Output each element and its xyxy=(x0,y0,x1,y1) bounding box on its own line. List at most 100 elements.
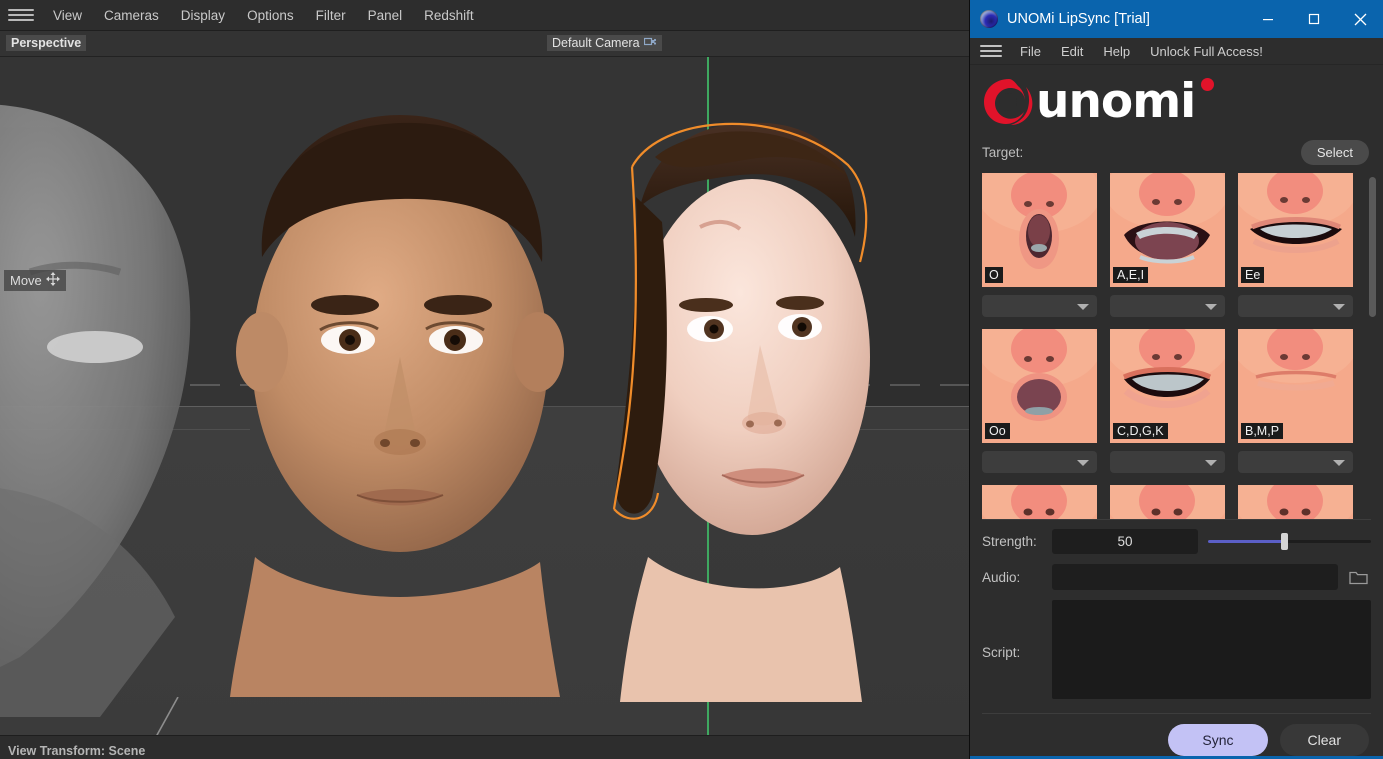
move-four-arrow-icon xyxy=(46,272,60,289)
slider-knob[interactable] xyxy=(1281,533,1288,550)
maximize-icon[interactable] xyxy=(1291,0,1337,38)
host-status-bar: View Transform: Scene xyxy=(0,735,969,759)
female-character-head xyxy=(614,123,870,702)
phoneme-dropdown[interactable] xyxy=(1110,295,1225,317)
chevron-down-icon xyxy=(1333,304,1345,310)
window-title: UNOMi LipSync [Trial] xyxy=(1007,11,1245,27)
menu-item-view[interactable]: View xyxy=(42,4,93,27)
phoneme-label: C,D,G,K xyxy=(1113,423,1168,439)
hamburger-icon[interactable] xyxy=(980,44,1002,59)
menu-item-options[interactable]: Options xyxy=(236,4,305,27)
phoneme-dropdown[interactable] xyxy=(1238,295,1353,317)
phoneme-cell-ee: Ee xyxy=(1238,173,1353,329)
phoneme-cell-partial-2 xyxy=(1110,485,1225,519)
slider-fill xyxy=(1208,540,1285,543)
menu-item-panel[interactable]: Panel xyxy=(357,4,414,27)
unomi-lipsync-window: UNOMi LipSync [Trial] File Edit Help Unl… xyxy=(969,0,1383,759)
phoneme-cell-partial-1 xyxy=(982,485,1097,519)
phoneme-dropdown[interactable] xyxy=(982,451,1097,473)
phoneme-label: Oo xyxy=(985,423,1010,439)
audio-label: Audio: xyxy=(982,570,1052,585)
target-label: Target: xyxy=(982,145,1301,160)
menu-item-cameras[interactable]: Cameras xyxy=(93,4,170,27)
strength-slider[interactable] xyxy=(1208,529,1371,554)
phoneme-dropdown[interactable] xyxy=(982,295,1097,317)
menu-item-redshift[interactable]: Redshift xyxy=(413,4,485,27)
audio-path-input[interactable] xyxy=(1052,564,1338,590)
folder-icon[interactable] xyxy=(1345,564,1371,590)
close-icon[interactable] xyxy=(1337,0,1383,38)
phoneme-cell-cdgk: C,D,G,K xyxy=(1110,329,1225,485)
script-label: Script: xyxy=(982,600,1052,660)
phoneme-label: O xyxy=(985,267,1003,283)
phoneme-grid: O xyxy=(970,173,1383,519)
menu-item-display[interactable]: Display xyxy=(170,4,236,27)
menu-item-help[interactable]: Help xyxy=(1093,41,1140,62)
viewport-view-label[interactable]: Perspective xyxy=(6,35,86,51)
phoneme-label: B,M,P xyxy=(1241,423,1283,439)
menu-item-file[interactable]: File xyxy=(1010,41,1051,62)
menu-item-edit[interactable]: Edit xyxy=(1051,41,1093,62)
action-footer: Sync Clear xyxy=(970,714,1383,759)
strength-label: Strength: xyxy=(982,534,1052,549)
phoneme-thumbnail[interactable]: B,M,P xyxy=(1238,329,1353,443)
unomi-title-bar[interactable]: UNOMi LipSync [Trial] xyxy=(970,0,1383,38)
phoneme-thumbnail[interactable]: C,D,G,K xyxy=(1110,329,1225,443)
phoneme-cell-partial-3 xyxy=(1238,485,1353,519)
phoneme-thumbnail[interactable]: O xyxy=(982,173,1097,287)
3d-viewport[interactable]: Move xyxy=(0,57,969,735)
phoneme-thumbnail[interactable] xyxy=(982,485,1097,519)
unomi-swirl-icon xyxy=(982,77,1036,127)
audio-row: Audio: xyxy=(982,564,1371,590)
app-root: View Cameras Display Options Filter Pane… xyxy=(0,0,1383,759)
move-tool-label: Move xyxy=(10,273,42,288)
phoneme-dropdown[interactable] xyxy=(1110,451,1225,473)
script-textarea[interactable] xyxy=(1052,600,1371,699)
3d-character-heads[interactable] xyxy=(0,57,969,735)
viewport-move-tool-badge[interactable]: Move xyxy=(4,270,66,291)
strength-value-field[interactable]: 50 xyxy=(1052,529,1198,554)
unomi-logo: unomi xyxy=(970,65,1383,135)
host-menu-bar: View Cameras Display Options Filter Pane… xyxy=(0,0,969,31)
phoneme-cell-oo: Oo xyxy=(982,329,1097,485)
camera-lock-icon[interactable] xyxy=(644,37,657,49)
axis-gizmo-icon xyxy=(60,697,230,735)
phoneme-thumbnail[interactable] xyxy=(1238,485,1353,519)
sync-button[interactable]: Sync xyxy=(1168,724,1267,756)
phoneme-cell-bmp: B,M,P xyxy=(1238,329,1353,485)
vertical-scrollbar-thumb[interactable] xyxy=(1369,177,1376,317)
chevron-down-icon xyxy=(1205,460,1217,466)
hamburger-icon[interactable] xyxy=(8,6,34,24)
phoneme-thumbnail[interactable]: Ee xyxy=(1238,173,1353,287)
viewport-header-bar: Perspective Default Camera xyxy=(0,31,969,57)
phoneme-thumbnail[interactable]: Oo xyxy=(982,329,1097,443)
phoneme-thumbnail[interactable]: A,E,I xyxy=(1110,173,1225,287)
phoneme-thumbnail[interactable] xyxy=(1110,485,1225,519)
unomi-logo-dot xyxy=(1201,78,1214,91)
phoneme-label: A,E,I xyxy=(1113,267,1148,283)
host-3d-application: View Cameras Display Options Filter Pane… xyxy=(0,0,969,759)
chevron-down-icon xyxy=(1205,304,1217,310)
minimize-icon[interactable] xyxy=(1245,0,1291,38)
viewport-camera-label[interactable]: Default Camera xyxy=(547,35,662,51)
chevron-down-icon xyxy=(1333,460,1345,466)
unomi-orb-icon xyxy=(980,10,998,28)
phoneme-cell-o: O xyxy=(982,173,1097,329)
select-target-button[interactable]: Select xyxy=(1301,140,1369,165)
clear-button[interactable]: Clear xyxy=(1280,724,1369,756)
phoneme-label: Ee xyxy=(1241,267,1264,283)
phoneme-scroll-area[interactable]: O xyxy=(970,169,1383,519)
controls-form: Strength: 50 Audio: Script: xyxy=(970,520,1383,709)
phoneme-dropdown[interactable] xyxy=(1238,451,1353,473)
male-character-head xyxy=(230,115,564,697)
status-bar-text: View Transform: Scene xyxy=(8,736,145,758)
script-row: Script: xyxy=(982,600,1371,699)
menu-item-unlock-full-access[interactable]: Unlock Full Access! xyxy=(1140,41,1273,62)
phoneme-cell-aei: A,E,I xyxy=(1110,173,1225,329)
chevron-down-icon xyxy=(1077,460,1089,466)
menu-item-filter[interactable]: Filter xyxy=(305,4,357,27)
target-row: Target: Select xyxy=(970,135,1383,169)
camera-label-text: Default Camera xyxy=(552,36,640,50)
unomi-menu-bar: File Edit Help Unlock Full Access! xyxy=(970,38,1383,65)
background-grey-head xyxy=(0,104,190,717)
